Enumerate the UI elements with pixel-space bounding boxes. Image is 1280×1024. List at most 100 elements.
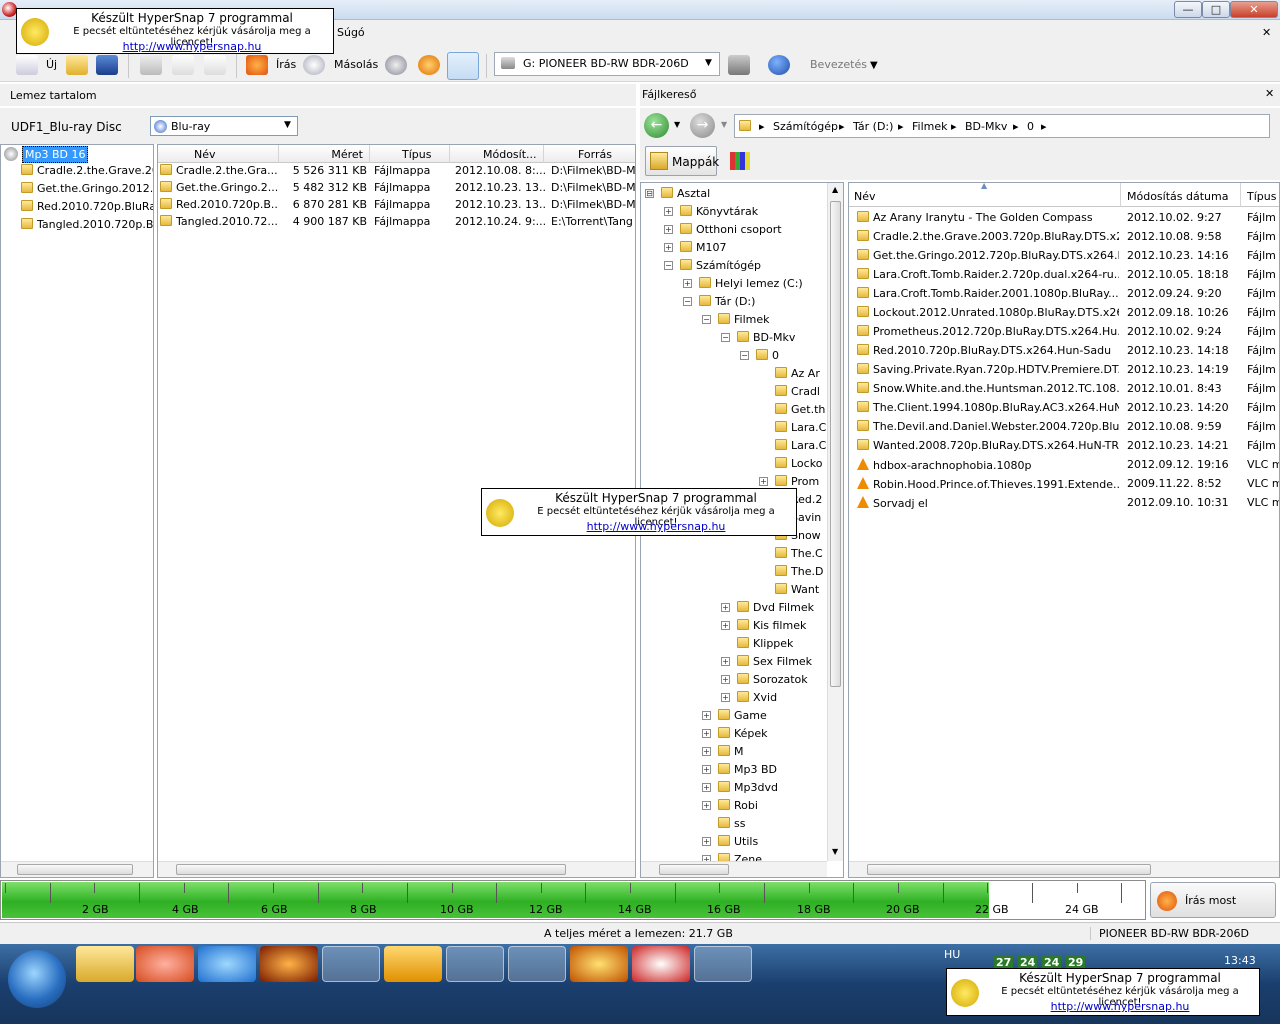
tree-item[interactable]: Red.2010.720p.BluRay (21, 200, 153, 217)
list-item[interactable]: Get.the.Gringo.2012.720p.BluRay.DTS.x264… (849, 247, 1279, 264)
folder-tree-item[interactable]: + Game (641, 707, 826, 724)
col-source[interactable]: Forrás (544, 145, 635, 163)
table-row[interactable]: Cradle.2.the.Gra... 5 526 311 KB Fájlmappa… (158, 164, 635, 181)
watermark-link[interactable]: http://www.hypersnap.hu (983, 1000, 1257, 1013)
list-item[interactable]: Wanted.2008.720p.BluRay.DTS.x264.HuN-TR.… (849, 437, 1279, 454)
list-item[interactable]: Snow.White.and.the.Huntsman.2012.TC.108.… (849, 380, 1279, 397)
folder-tree-item[interactable]: − Számítógép (641, 257, 826, 274)
expand-toggle-icon[interactable]: + (702, 765, 711, 774)
expand-toggle-icon[interactable]: + (702, 729, 711, 738)
expand-toggle-icon[interactable]: + (664, 207, 673, 216)
taskbar-utorrent-icon[interactable] (508, 946, 566, 982)
expand-toggle-icon[interactable]: + (759, 477, 768, 486)
breadcrumb-item[interactable]: BD-Mkv (965, 120, 1007, 133)
taskbar-internet-explorer-icon[interactable] (198, 946, 256, 982)
address-bar[interactable]: ▸ Számítógép ▸ Tár (D:) ▸ Filmek ▸ BD-Mk… (734, 114, 1270, 138)
file-browser-toggle-icon[interactable] (447, 52, 479, 80)
drive-properties-icon[interactable] (728, 55, 750, 75)
watermark-link[interactable]: http://www.hypersnap.hu (53, 40, 331, 53)
maximize-button[interactable]: □ (1202, 1, 1230, 18)
drive-select[interactable]: G: PIONEER BD-RW BDR-206D ▼ (494, 52, 720, 76)
folder-tree-item[interactable]: Cradl (641, 383, 826, 400)
scrollbar-thumb[interactable] (830, 201, 841, 687)
expand-toggle-icon[interactable]: + (721, 675, 730, 684)
folder-tree-item[interactable]: + Könyvtárak (641, 203, 826, 220)
list-item[interactable]: Prometheus.2012.720p.BluRay.DTS.x264.Hu.… (849, 323, 1279, 340)
expand-toggle-icon[interactable]: + (702, 747, 711, 756)
disc-info-icon[interactable] (385, 55, 407, 75)
scrollbar-thumb[interactable] (176, 864, 566, 875)
chevron-down-icon[interactable]: ▼ (721, 120, 727, 129)
folder-tree-item[interactable]: The.D (641, 563, 826, 580)
expand-toggle-icon[interactable]: + (721, 657, 730, 666)
folder-tree-item[interactable]: Lara.C (641, 437, 826, 454)
app-icon[interactable] (2, 2, 17, 17)
col-size[interactable]: Méret (279, 145, 370, 163)
col-name[interactable]: Név (158, 145, 279, 163)
folder-tree-item[interactable]: + Mp3dvd (641, 779, 826, 796)
list-item[interactable]: Saving.Private.Ryan.720p.HDTV.Premiere.D… (849, 361, 1279, 378)
folder-tree-item[interactable]: Want (641, 581, 826, 598)
folder-tree-item[interactable]: Az Ar (641, 365, 826, 382)
taskbar-explorer-icon[interactable] (76, 946, 134, 982)
expand-toggle-icon[interactable]: − (702, 315, 711, 324)
folders-tab[interactable]: Mappák (645, 146, 719, 176)
expand-toggle-icon[interactable]: + (702, 711, 711, 720)
expand-toggle-icon[interactable]: + (721, 603, 730, 612)
watermark-link[interactable]: http://www.hypersnap.hu (518, 520, 794, 533)
burn-now-button[interactable]: Írás most (1150, 882, 1276, 918)
open-folder-icon[interactable] (66, 55, 88, 75)
folder-tree-item[interactable]: + M107 (641, 239, 826, 256)
folder-tree-item[interactable]: + Képek (641, 725, 826, 742)
horizontal-scrollbar[interactable] (1, 861, 153, 877)
scrollbar-thumb[interactable] (17, 864, 133, 875)
folder-tree-item[interactable]: + Sorozatok (641, 671, 826, 688)
folder-tree-item[interactable]: + Otthoni csoport (641, 221, 826, 238)
copy-disc-button[interactable]: Másolás (334, 58, 378, 71)
expand-toggle-icon[interactable]: ⊟ (645, 189, 654, 198)
taskbar-vlc-icon[interactable] (446, 946, 504, 982)
folder-tree-item[interactable]: − Filmek (641, 311, 826, 328)
list-item[interactable]: Lara.Croft.Tomb.Raider.2001.1080p.BluRay… (849, 285, 1279, 302)
burn-icon[interactable] (246, 55, 268, 75)
vertical-scrollbar[interactable]: ▲ ▼ (827, 183, 843, 861)
tree-item[interactable]: Tangled.2010.720p.Bl (21, 218, 153, 235)
col-modified[interactable]: Módosítás dátuma (1121, 183, 1241, 207)
expand-toggle-icon[interactable]: + (721, 621, 730, 630)
chevron-down-icon[interactable]: ▼ (284, 120, 291, 130)
expand-toggle-icon[interactable]: + (702, 783, 711, 792)
folder-tree-item[interactable]: + Helyi lemez (C:) (641, 275, 826, 292)
back-arrow-icon[interactable]: ← (644, 113, 669, 138)
folder-tree-item[interactable]: + Utils (641, 833, 826, 850)
new-button[interactable]: Új (46, 58, 57, 71)
folder-tree-item[interactable]: + Dvd Filmek (641, 599, 826, 616)
folder-tree-item[interactable]: Locko (641, 455, 826, 472)
breadcrumb-item[interactable]: Tár (D:) (853, 120, 893, 133)
folder-tree-item[interactable]: + Zene (641, 851, 826, 861)
close-icon[interactable]: ✕ (1265, 87, 1274, 100)
table-row[interactable]: Get.the.Gringo.2... 5 482 312 KB Fájlmappa… (158, 181, 635, 198)
expand-toggle-icon[interactable]: − (721, 333, 730, 342)
info-icon[interactable] (768, 55, 790, 75)
folder-tree-item[interactable]: − BD-Mkv (641, 329, 826, 346)
col-type[interactable]: Típus (1241, 183, 1279, 207)
tree-item[interactable]: Get.the.Gringo.2012.7 (21, 182, 153, 199)
list-item[interactable]: Az Arany Iranytu - The Golden Compass 201… (849, 209, 1279, 226)
chevron-down-icon[interactable]: ▼ (705, 58, 712, 68)
menu-close-icon[interactable]: ✕ (1262, 26, 1271, 39)
chevron-down-icon[interactable]: ▼ (674, 120, 680, 129)
table-row[interactable]: Red.2010.720p.B... 6 870 281 KB Fájlmappa 2… (158, 198, 635, 215)
taskbar-media-player-icon[interactable] (136, 946, 194, 982)
list-item[interactable]: Cradle.2.the.Grave.2003.720p.BluRay.DTS.… (849, 228, 1279, 245)
language-indicator[interactable]: HU (944, 948, 960, 961)
copy-icon[interactable] (172, 55, 194, 75)
expand-toggle-icon[interactable]: − (683, 297, 692, 306)
breadcrumb-item[interactable]: Filmek (912, 120, 948, 133)
minimize-button[interactable]: — (1174, 1, 1202, 18)
intro-button[interactable]: Bevezetés (810, 58, 867, 71)
breadcrumb-item[interactable]: 0 (1027, 120, 1034, 133)
list-item[interactable]: Red.2010.720p.BluRay.DTS.x264.Hun-Sadu 20… (849, 342, 1279, 359)
folder-tree-item[interactable]: Klippek (641, 635, 826, 652)
scrollbar-thumb[interactable] (659, 864, 729, 875)
breadcrumb-item[interactable]: Számítógép (773, 120, 838, 133)
